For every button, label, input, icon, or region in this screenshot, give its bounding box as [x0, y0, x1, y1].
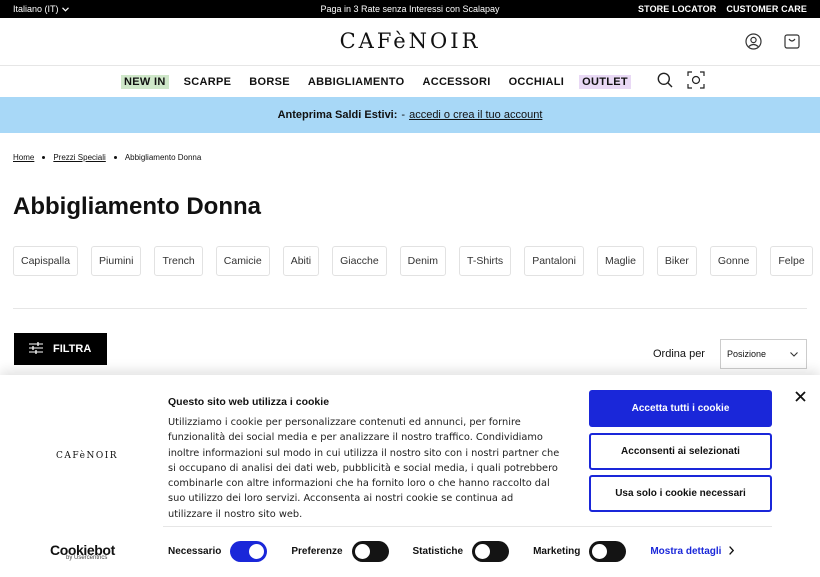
category-chip[interactable]: Biker	[656, 246, 697, 276]
nav-item-new-in[interactable]: NEW IN	[121, 74, 169, 89]
chevron-down-icon	[61, 4, 69, 14]
cart-icon[interactable]	[784, 33, 800, 50]
toggle-label: Preferenze	[291, 546, 343, 557]
breadcrumb-separator	[113, 156, 117, 159]
preferenze-switch[interactable]	[351, 541, 389, 562]
cookiebot-sub: by Usercentrics	[66, 555, 108, 561]
filter-button[interactable]: FILTRA	[14, 333, 107, 365]
category-chip[interactable]: T-Shirts	[459, 246, 512, 276]
search-icon[interactable]	[657, 72, 673, 91]
account-icon[interactable]	[745, 33, 762, 50]
toggle-marketing: Marketing	[533, 541, 627, 562]
brand-logo[interactable]: CAFèNOIR	[0, 29, 820, 53]
language-selector[interactable]: Italiano (IT)	[13, 4, 69, 14]
category-chips: Capispalla Piumini Trench Camicie Abiti …	[13, 246, 820, 276]
cookie-text: Utilizziamo i cookie per personalizzare …	[168, 417, 560, 520]
promo-title: Anteprima Saldi Estivi:	[277, 109, 398, 121]
promo-login-link[interactable]: accedi o crea il tuo account	[409, 109, 542, 121]
main-nav: NEW IN SCARPE BORSE ABBIGLIAMENTO ACCESS…	[0, 66, 820, 97]
nav-item-abbigliamento[interactable]: ABBIGLIAMENTO	[305, 75, 408, 89]
toggle-label: Marketing	[533, 546, 581, 557]
show-details-label: Mostra dettagli	[650, 546, 722, 557]
necessary-only-button[interactable]: Usa solo i cookie necessari	[589, 475, 772, 512]
breadcrumb-prezzi-speciali[interactable]: Prezzi Speciali	[53, 153, 105, 162]
customer-care-link[interactable]: CUSTOMER CARE	[726, 4, 807, 14]
marketing-switch[interactable]	[589, 541, 627, 562]
breadcrumb-home[interactable]: Home	[13, 153, 34, 162]
toggle-necessario: Necessario	[168, 541, 268, 562]
toggle-label: Statistiche	[412, 546, 464, 557]
site-header: CAFèNOIR	[0, 18, 820, 66]
chevron-down-icon	[790, 349, 798, 359]
category-chip[interactable]: Capispalla	[13, 246, 79, 276]
category-chip[interactable]: Piumini	[91, 246, 142, 276]
breadcrumb-separator	[42, 156, 46, 159]
breadcrumb: Home Prezzi Speciali Abbigliamento Donna	[13, 153, 201, 162]
breadcrumb-current: Abbigliamento Donna	[124, 153, 202, 162]
store-locator-link[interactable]: STORE LOCATOR	[638, 4, 716, 14]
category-chip[interactable]: Gonne	[709, 246, 758, 276]
sort-value: Posizione	[727, 349, 767, 359]
toggle-preferenze: Preferenze	[291, 541, 389, 562]
toggle-statistiche: Statistiche	[413, 541, 510, 562]
statistiche-switch[interactable]	[472, 541, 510, 562]
top-bar: Italiano (IT) Paga in 3 Rate senza Inter…	[0, 0, 820, 18]
sort-select[interactable]: Posizione	[720, 339, 807, 369]
promo-dash: -	[401, 109, 406, 121]
cookie-banner: CAFèNOIR Questo sito web utilizza i cook…	[0, 375, 820, 577]
cookie-toggles: Necessario Preferenze Statistiche Market…	[168, 541, 735, 562]
promo-banner: Anteprima Saldi Estivi: - accedi o crea …	[0, 97, 820, 133]
divider	[163, 526, 772, 527]
nav-item-accessori[interactable]: ACCESSORI	[419, 75, 493, 89]
show-details-link[interactable]: Mostra dettagli	[650, 545, 735, 558]
toggle-label: Necessario	[168, 546, 222, 557]
category-chip[interactable]: Pantaloni	[524, 246, 584, 276]
cookie-title: Questo sito web utilizza i cookie	[168, 396, 330, 408]
close-icon[interactable]	[795, 389, 806, 407]
category-chip[interactable]: Giacche	[332, 246, 387, 276]
cookie-brand-logo: CAFèNOIR	[56, 451, 119, 461]
chevron-right-icon	[729, 545, 735, 558]
accept-all-button[interactable]: Accetta tutti i cookie	[589, 390, 772, 427]
nav-item-occhiali[interactable]: OCCHIALI	[506, 75, 568, 89]
visual-search-icon[interactable]	[687, 71, 705, 92]
language-label: Italiano (IT)	[13, 4, 59, 14]
filter-label: FILTRA	[53, 343, 92, 355]
nav-item-outlet[interactable]: OUTLET	[579, 74, 631, 89]
category-chip[interactable]: Felpe	[770, 246, 813, 276]
category-chip[interactable]: Abiti	[282, 246, 320, 276]
category-chip[interactable]: Camicie	[215, 246, 270, 276]
divider	[13, 308, 807, 309]
sort-label: Ordina per	[653, 348, 705, 360]
nav-item-scarpe[interactable]: SCARPE	[181, 75, 235, 89]
sliders-icon	[29, 341, 43, 357]
page-title: Abbigliamento Donna	[13, 193, 261, 220]
nav-item-borse[interactable]: BORSE	[246, 75, 293, 89]
category-chip[interactable]: Maglie	[596, 246, 644, 276]
accept-selected-button[interactable]: Acconsenti ai selezionati	[589, 433, 772, 470]
category-chip[interactable]: Denim	[399, 246, 447, 276]
category-chip[interactable]: Trench	[154, 246, 203, 276]
necessario-switch[interactable]	[230, 541, 268, 562]
